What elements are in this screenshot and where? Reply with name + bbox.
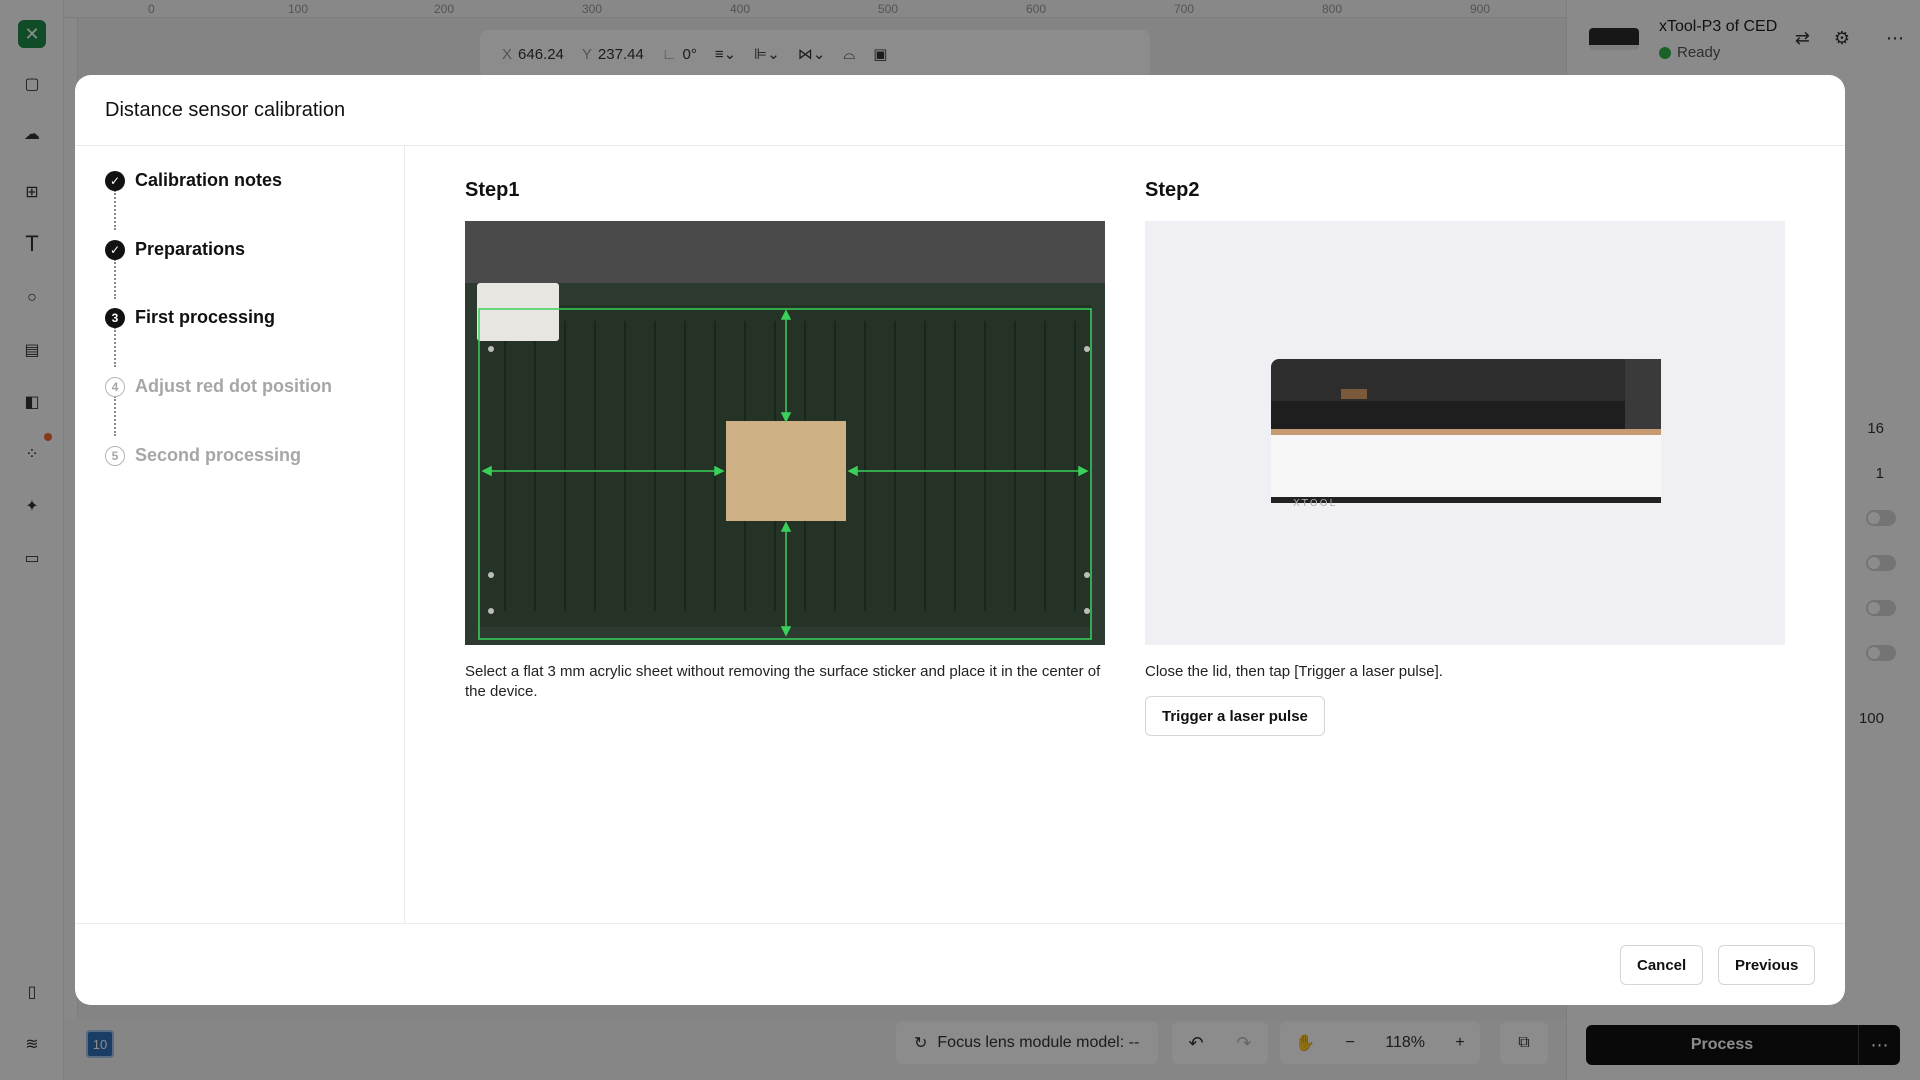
step-adjust-red-dot: 4 Adjust red dot position (105, 376, 332, 397)
device-logo-text: XTOOL (1293, 498, 1337, 509)
step-number: 5 (105, 445, 125, 466)
dialog-title: Distance sensor calibration (105, 99, 346, 121)
step-connector (114, 259, 116, 299)
divider (75, 923, 1845, 924)
step-first-processing: 3 First processing (105, 307, 275, 328)
check-icon: ✓ (105, 239, 125, 260)
step-preparations: ✓ Preparations (105, 239, 245, 260)
step2-description: Close the lid, then tap [Trigger a laser… (1145, 663, 1443, 680)
step-content: Step1 Select a flat 3 mm acrylic sheet w… (405, 146, 1845, 923)
check-icon: ✓ (105, 170, 125, 191)
step-number: 3 (105, 307, 125, 328)
previous-button[interactable]: Previous (1718, 945, 1816, 985)
closed-device-image: XTOOL (1145, 221, 1785, 645)
step-calibration-notes: ✓ Calibration notes (105, 170, 282, 191)
step1-heading: Step1 (465, 179, 520, 201)
calibration-dialog: Distance sensor calibration ✓ Calibratio… (75, 75, 1845, 1005)
step-number: 4 (105, 376, 125, 397)
step-second-processing: 5 Second processing (105, 445, 301, 466)
step-list: ✓ Calibration notes ✓ Preparations 3 Fir… (75, 146, 405, 923)
machine-bed-image (465, 221, 1105, 645)
step-connector (114, 190, 116, 230)
cancel-button[interactable]: Cancel (1620, 945, 1704, 985)
step-connector (114, 396, 116, 436)
step2-heading: Step2 (1145, 179, 1200, 201)
step1-description: Select a flat 3 mm acrylic sheet without… (465, 663, 1101, 700)
step-connector (114, 327, 116, 367)
trigger-laser-pulse-button[interactable]: Trigger a laser pulse (1145, 696, 1325, 736)
